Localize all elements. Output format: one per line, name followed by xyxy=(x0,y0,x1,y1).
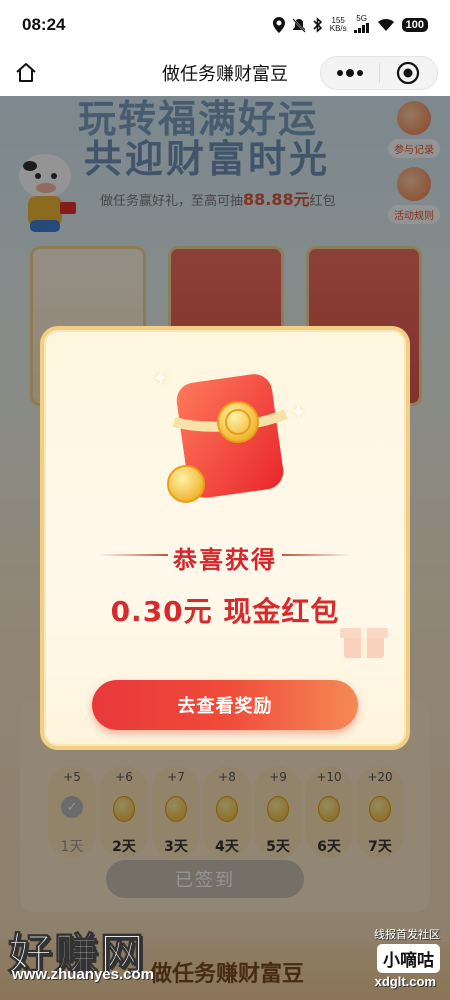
signal-group: 5G xyxy=(353,14,370,35)
network-speed: 155 KB/s xyxy=(330,17,347,33)
home-button[interactable] xyxy=(12,59,40,87)
congrats-title: 恭喜获得 xyxy=(173,546,277,574)
watermark-url: www.zhuanyes.com xyxy=(12,966,154,983)
gift-box-icon xyxy=(340,628,388,658)
watermark-right-caption: 线报首发社区 xyxy=(374,928,440,941)
reward-modal: ✦ ✦ 恭喜获得 0.30元 现金红包 去查看奖励 xyxy=(40,326,410,750)
more-icon xyxy=(336,69,363,77)
status-bar: 08:24 155 KB/s 5G 100 xyxy=(0,0,450,50)
nav-bar: 做任务赚财富豆 xyxy=(0,50,450,96)
view-reward-button[interactable]: 去查看奖励 xyxy=(92,680,358,730)
speed-unit: KB/s xyxy=(329,24,347,33)
watermark-right-url: xdglt.com xyxy=(374,974,436,989)
target-close-icon xyxy=(397,61,420,85)
sparkle-icon: ✦ xyxy=(290,400,307,424)
red-packet-icon xyxy=(167,374,288,503)
battery-icon: 100 xyxy=(401,18,428,32)
status-time: 08:24 xyxy=(22,15,66,34)
bluetooth-icon xyxy=(313,17,322,33)
title-divider-right xyxy=(282,554,352,556)
mute-icon xyxy=(291,17,306,33)
home-icon xyxy=(16,63,36,82)
network-type: 5G xyxy=(356,14,367,23)
status-icons: 155 KB/s 5G 100 xyxy=(272,14,428,35)
mini-program-capsule xyxy=(320,56,438,90)
watermark-right-logo: 小嘀咕 xyxy=(377,944,440,973)
sparkle-icon: ✦ xyxy=(152,366,169,390)
wifi-icon xyxy=(377,18,394,31)
more-button[interactable] xyxy=(321,57,379,89)
location-icon xyxy=(272,17,285,33)
signal-icon xyxy=(353,23,369,33)
close-button[interactable] xyxy=(379,57,437,89)
